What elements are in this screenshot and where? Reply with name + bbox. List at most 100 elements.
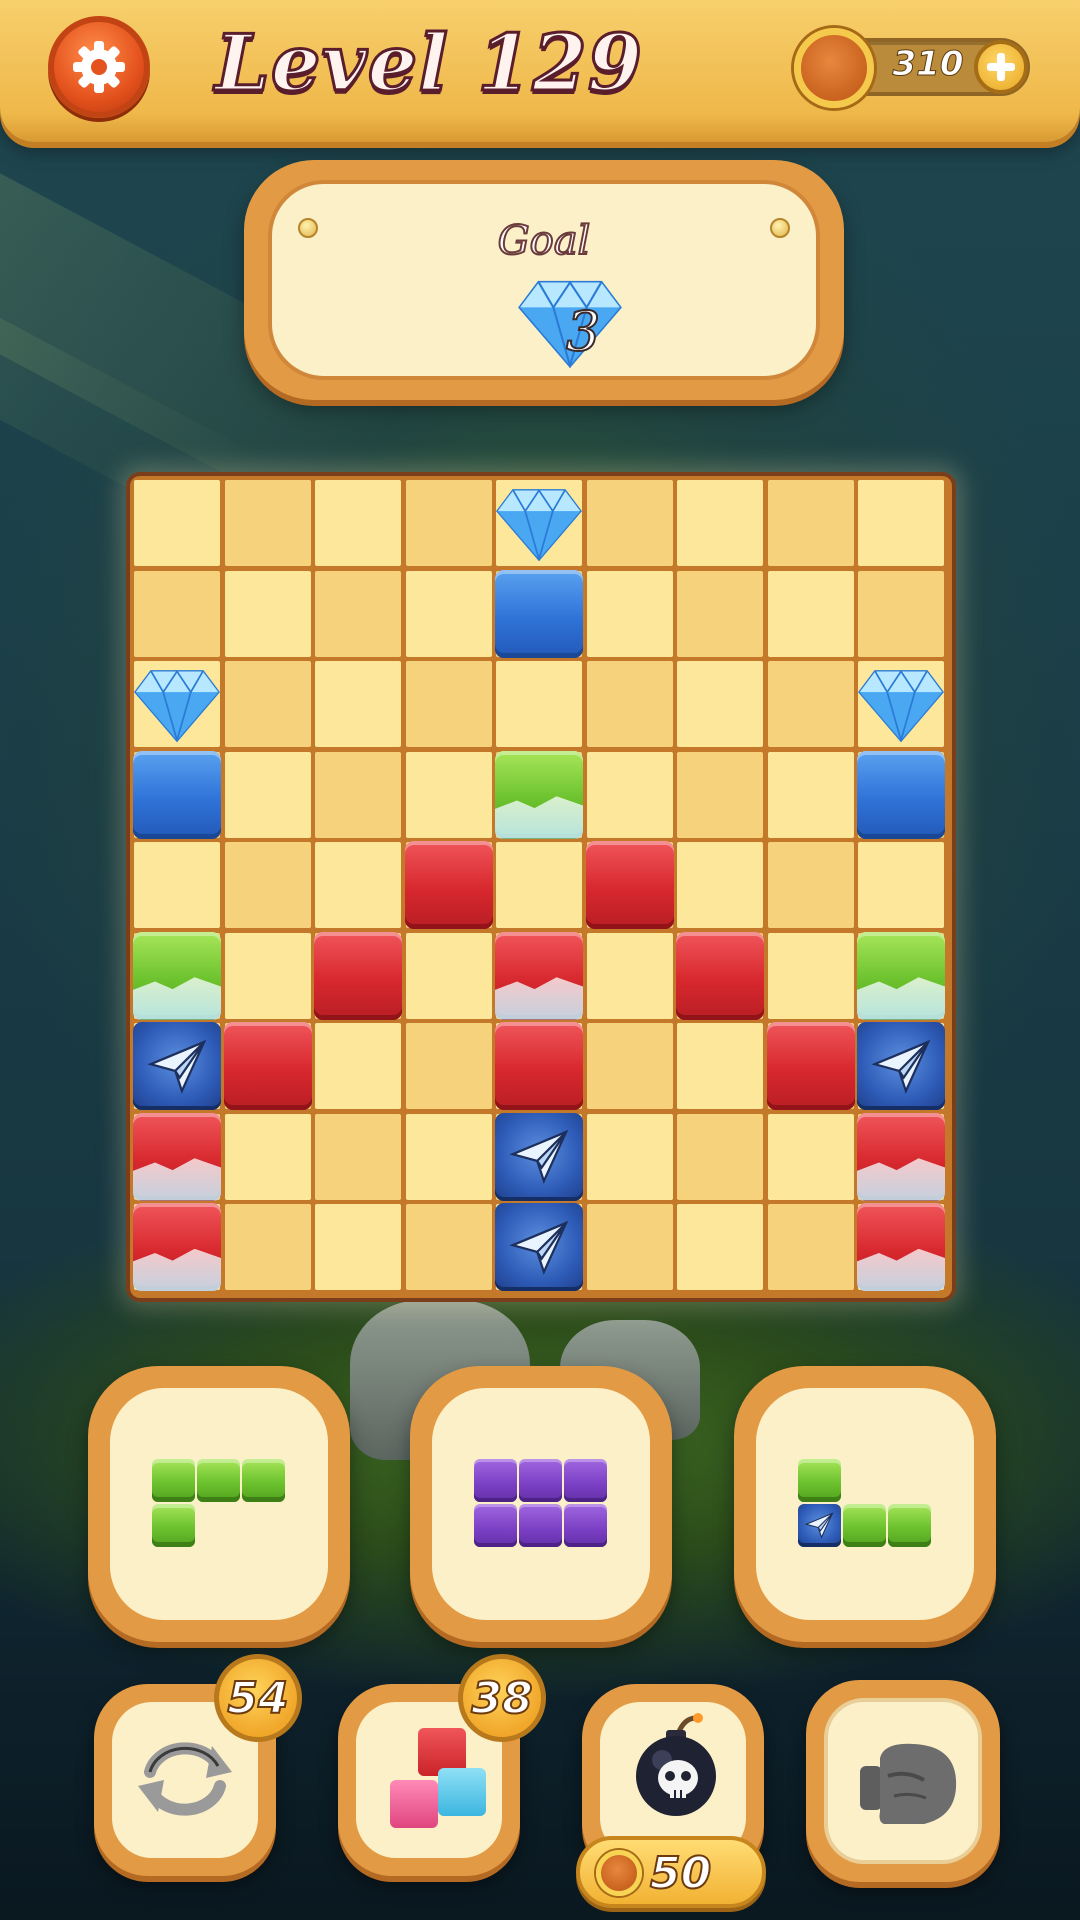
board-cell[interactable] (677, 480, 763, 566)
blue-block (857, 750, 945, 839)
board-cell[interactable] (134, 570, 220, 657)
powerup-count-badge: 38 (458, 1654, 546, 1742)
coin-icon (794, 28, 874, 108)
piece-slot-2[interactable] (410, 1366, 672, 1642)
coin-count: 310 (892, 44, 964, 85)
board-cell[interactable] (677, 842, 763, 928)
game-board[interactable] (130, 476, 952, 1298)
board-cell[interactable] (767, 751, 854, 838)
board-cell[interactable] (315, 751, 401, 838)
piece-slot-inner[interactable] (110, 1388, 328, 1620)
board-cell[interactable] (405, 1113, 492, 1200)
board-cell[interactable] (677, 1113, 763, 1200)
board-cell[interactable] (767, 661, 854, 747)
board-cell[interactable] (405, 480, 492, 566)
board-cell[interactable] (496, 661, 582, 747)
block-powerup-button[interactable]: 38 (338, 1654, 546, 1876)
paper-plane-icon (868, 1033, 935, 1104)
board-cell[interactable] (405, 570, 492, 657)
piece-slot-3[interactable] (734, 1366, 996, 1642)
board-cell[interactable] (586, 480, 673, 566)
board-cell[interactable] (767, 570, 854, 657)
board-cell[interactable] (224, 570, 311, 657)
plane-block (495, 1112, 583, 1201)
board-cell[interactable] (224, 661, 311, 747)
settings-button[interactable] (48, 16, 150, 118)
paper-plane-icon (803, 1509, 836, 1546)
purple-block (473, 1504, 517, 1547)
board-cell[interactable] (677, 1204, 763, 1290)
blue-block (133, 750, 221, 839)
red-block (223, 1022, 312, 1110)
green-block (241, 1459, 285, 1502)
board-cell[interactable] (405, 1023, 492, 1109)
boxing-glove-icon (860, 1743, 957, 1824)
goal-panel: Goal (244, 160, 844, 400)
board-cell[interactable] (586, 932, 673, 1019)
paper-plane-icon (506, 1214, 573, 1285)
board-cell[interactable] (224, 1204, 311, 1290)
board-cell[interactable] (586, 751, 673, 838)
board-cell[interactable] (315, 842, 401, 928)
purple-block (518, 1459, 562, 1502)
diamond-icon (133, 668, 221, 744)
refresh-powerup-button[interactable]: 54 (94, 1654, 302, 1876)
coin-icon (596, 1850, 642, 1896)
board-cell[interactable] (224, 751, 311, 838)
goal-panel-inner: Goal (268, 180, 820, 380)
board-cell[interactable] (858, 480, 944, 566)
board-cell[interactable] (767, 1204, 854, 1290)
board-cell[interactable] (405, 751, 492, 838)
board-cell[interactable] (767, 842, 854, 928)
bomb-cost-pill[interactable]: 50 (576, 1836, 766, 1908)
board-cell[interactable] (586, 1023, 673, 1109)
piece-slot-1[interactable] (88, 1366, 350, 1642)
block-pink (390, 1780, 438, 1828)
board-cell[interactable] (767, 480, 854, 566)
board-cell[interactable] (315, 661, 401, 747)
piece-slot-inner[interactable] (432, 1388, 650, 1620)
board-cell[interactable] (315, 480, 401, 566)
plane-block (133, 1022, 221, 1110)
board-cell[interactable] (677, 570, 763, 657)
board-cell[interactable] (405, 661, 492, 747)
board-cell[interactable] (677, 751, 763, 838)
board-cell[interactable] (224, 480, 311, 566)
goal-count: 3 (565, 299, 601, 364)
board-cell[interactable] (677, 1023, 763, 1109)
board-cell[interactable] (405, 1204, 492, 1290)
board-cell[interactable] (134, 480, 220, 566)
board-cell[interactable] (224, 1113, 311, 1200)
powerup-inner (824, 1698, 982, 1864)
green-block (151, 1504, 195, 1547)
piece-slot-inner[interactable] (756, 1388, 974, 1620)
board-cell[interactable] (315, 1204, 401, 1290)
add-coins-button[interactable] (974, 40, 1028, 94)
board-cell[interactable] (315, 1113, 401, 1200)
board-cell[interactable] (315, 570, 401, 657)
punch-powerup-button[interactable] (806, 1680, 1000, 1882)
board-cell[interactable] (677, 661, 763, 747)
board-cell[interactable] (586, 1113, 673, 1200)
board-cell[interactable] (858, 570, 944, 657)
board-grid[interactable] (133, 480, 948, 1294)
board-cell[interactable] (767, 932, 854, 1019)
purple-block (563, 1504, 607, 1547)
board-cell[interactable] (134, 842, 220, 928)
board-cell[interactable] (586, 1204, 673, 1290)
red-block (676, 931, 764, 1020)
board-cell[interactable] (586, 570, 673, 657)
board-cell[interactable] (315, 1023, 401, 1109)
goal-label: Goal (497, 217, 592, 265)
board-cell[interactable] (224, 932, 311, 1019)
red-block (495, 1022, 583, 1110)
board-cell[interactable] (586, 661, 673, 747)
board-cell[interactable] (224, 842, 311, 928)
plane-block (857, 1022, 945, 1110)
board-cell[interactable] (405, 932, 492, 1019)
board-cell[interactable] (858, 842, 944, 928)
green-block-iced (857, 931, 945, 1020)
board-cell[interactable] (496, 842, 582, 928)
red-block-iced (495, 931, 583, 1020)
board-cell[interactable] (767, 1113, 854, 1200)
